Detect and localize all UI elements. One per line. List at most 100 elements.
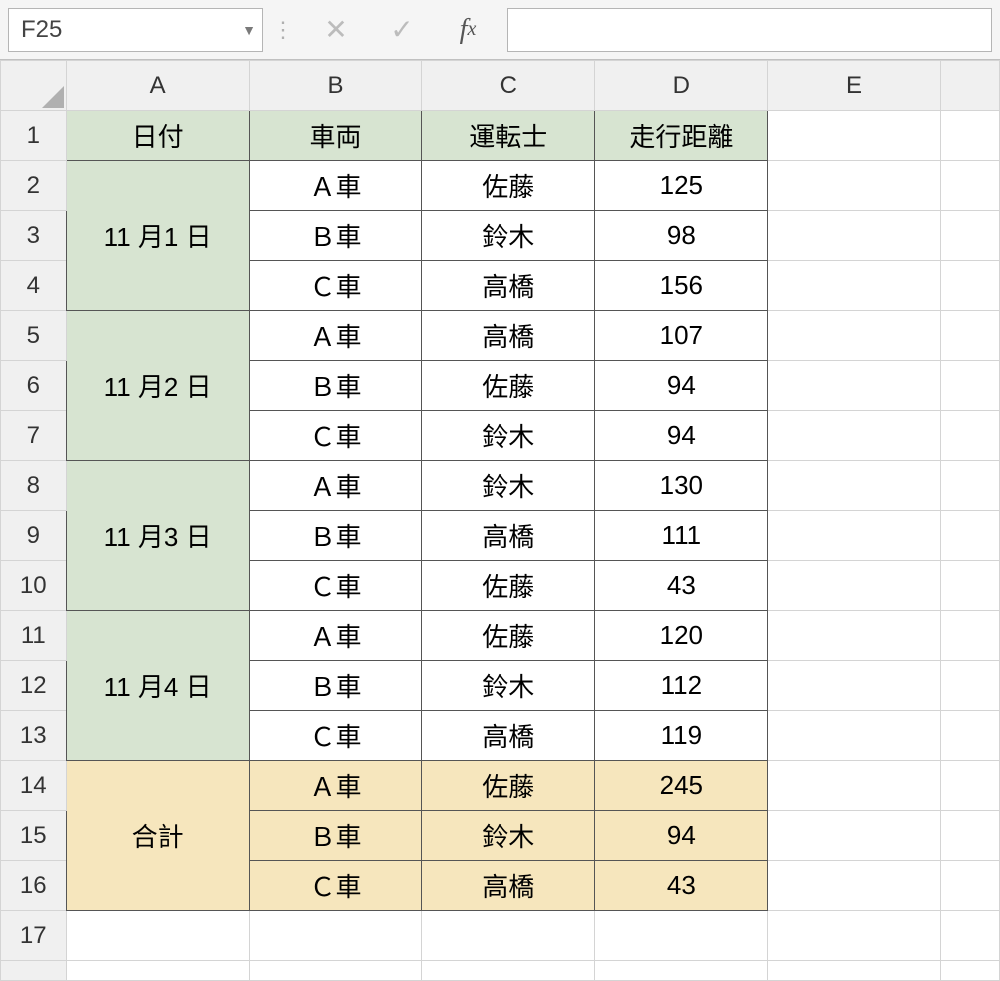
cell[interactable]: 佐藤	[422, 561, 595, 611]
cell[interactable]	[940, 911, 999, 961]
cell[interactable]	[940, 361, 999, 411]
enter-icon[interactable]: ✓	[369, 8, 435, 52]
cell[interactable]	[768, 611, 940, 661]
col-header-e[interactable]: E	[768, 61, 940, 111]
cell[interactable]	[768, 111, 940, 161]
cell-merged-total[interactable]: 合計	[66, 761, 249, 911]
cell[interactable]: 125	[595, 161, 768, 211]
cell[interactable]: Ｃ車	[249, 411, 422, 461]
cell[interactable]: 156	[595, 261, 768, 311]
cell[interactable]	[940, 111, 999, 161]
cell[interactable]: 鈴木	[422, 811, 595, 861]
cell[interactable]: 鈴木	[422, 211, 595, 261]
cell[interactable]	[940, 311, 999, 361]
cell[interactable]: Ａ車	[249, 461, 422, 511]
select-all-corner[interactable]	[1, 61, 67, 111]
cell[interactable]	[940, 411, 999, 461]
cell[interactable]: 鈴木	[422, 461, 595, 511]
cell[interactable]: 高橋	[422, 861, 595, 911]
row-header[interactable]: 5	[1, 311, 67, 361]
row-header[interactable]: 17	[1, 911, 67, 961]
cell[interactable]: 日付	[66, 111, 249, 161]
cell[interactable]: Ｃ車	[249, 711, 422, 761]
cell[interactable]	[940, 511, 999, 561]
cell[interactable]: 245	[595, 761, 768, 811]
cancel-icon[interactable]: ✕	[303, 8, 369, 52]
row-header[interactable]: 6	[1, 361, 67, 411]
cell[interactable]: Ｃ車	[249, 861, 422, 911]
col-header-c[interactable]: C	[422, 61, 595, 111]
cell[interactable]	[940, 761, 999, 811]
cell[interactable]	[940, 861, 999, 911]
cell[interactable]	[768, 711, 940, 761]
cell[interactable]: 走行距離	[595, 111, 768, 161]
spreadsheet-grid[interactable]: A B C D E 1 日付 車両 運転士 走行距離 2 11 月1 日 Ａ車 …	[0, 60, 1000, 981]
cell[interactable]	[940, 811, 999, 861]
cell[interactable]: Ａ車	[249, 311, 422, 361]
cell[interactable]: 98	[595, 211, 768, 261]
cell[interactable]: 佐藤	[422, 361, 595, 411]
cell[interactable]	[940, 711, 999, 761]
row-header[interactable]: 4	[1, 261, 67, 311]
row-header[interactable]: 10	[1, 561, 67, 611]
cell[interactable]: Ｂ車	[249, 811, 422, 861]
cell[interactable]: 111	[595, 511, 768, 561]
cell[interactable]: Ｂ車	[249, 511, 422, 561]
cell[interactable]: Ｃ車	[249, 561, 422, 611]
cell[interactable]: 佐藤	[422, 161, 595, 211]
cell[interactable]	[768, 261, 940, 311]
cell[interactable]: 112	[595, 661, 768, 711]
fx-icon[interactable]: fx	[435, 8, 501, 52]
formula-input[interactable]	[507, 8, 992, 52]
cell[interactable]	[595, 911, 768, 961]
cell[interactable]	[940, 611, 999, 661]
cell[interactable]	[768, 411, 940, 461]
cell[interactable]: Ｂ車	[249, 661, 422, 711]
row-header[interactable]: 14	[1, 761, 67, 811]
cell[interactable]	[768, 461, 940, 511]
cell[interactable]: 107	[595, 311, 768, 361]
cell[interactable]	[768, 361, 940, 411]
cell[interactable]	[768, 911, 940, 961]
cell[interactable]	[249, 911, 422, 961]
row-header[interactable]: 15	[1, 811, 67, 861]
cell[interactable]	[768, 511, 940, 561]
cell[interactable]: Ａ車	[249, 761, 422, 811]
cell[interactable]	[768, 561, 940, 611]
cell[interactable]: 120	[595, 611, 768, 661]
name-box[interactable]: F25 ▼	[8, 8, 263, 52]
cell-merged-date[interactable]: 11 月1 日	[66, 161, 249, 311]
cell[interactable]	[940, 211, 999, 261]
cell[interactable]	[768, 811, 940, 861]
cell[interactable]	[940, 561, 999, 611]
row-header[interactable]: 7	[1, 411, 67, 461]
cell[interactable]	[768, 761, 940, 811]
cell[interactable]: 130	[595, 461, 768, 511]
cell[interactable]: Ａ車	[249, 611, 422, 661]
col-header-a[interactable]: A	[66, 61, 249, 111]
cell[interactable]: 佐藤	[422, 761, 595, 811]
cell[interactable]: Ｂ車	[249, 211, 422, 261]
cell[interactable]: 94	[595, 411, 768, 461]
cell[interactable]: 94	[595, 811, 768, 861]
cell[interactable]: Ａ車	[249, 161, 422, 211]
cell[interactable]: 車両	[249, 111, 422, 161]
cell[interactable]: 佐藤	[422, 611, 595, 661]
cell[interactable]: 鈴木	[422, 661, 595, 711]
cell[interactable]: Ｂ車	[249, 361, 422, 411]
cell[interactable]: 43	[595, 561, 768, 611]
cell-merged-date[interactable]: 11 月3 日	[66, 461, 249, 611]
cell[interactable]	[768, 161, 940, 211]
col-header-b[interactable]: B	[249, 61, 422, 111]
col-header-f[interactable]	[940, 61, 999, 111]
row-header[interactable]: 1	[1, 111, 67, 161]
cell-merged-date[interactable]: 11 月4 日	[66, 611, 249, 761]
cell[interactable]: 運転士	[422, 111, 595, 161]
cell[interactable]	[768, 311, 940, 361]
cell[interactable]	[940, 661, 999, 711]
row-header[interactable]: 2	[1, 161, 67, 211]
cell[interactable]: 119	[595, 711, 768, 761]
row-header[interactable]: 11	[1, 611, 67, 661]
row-header[interactable]: 13	[1, 711, 67, 761]
chevron-down-icon[interactable]: ▼	[242, 22, 256, 38]
